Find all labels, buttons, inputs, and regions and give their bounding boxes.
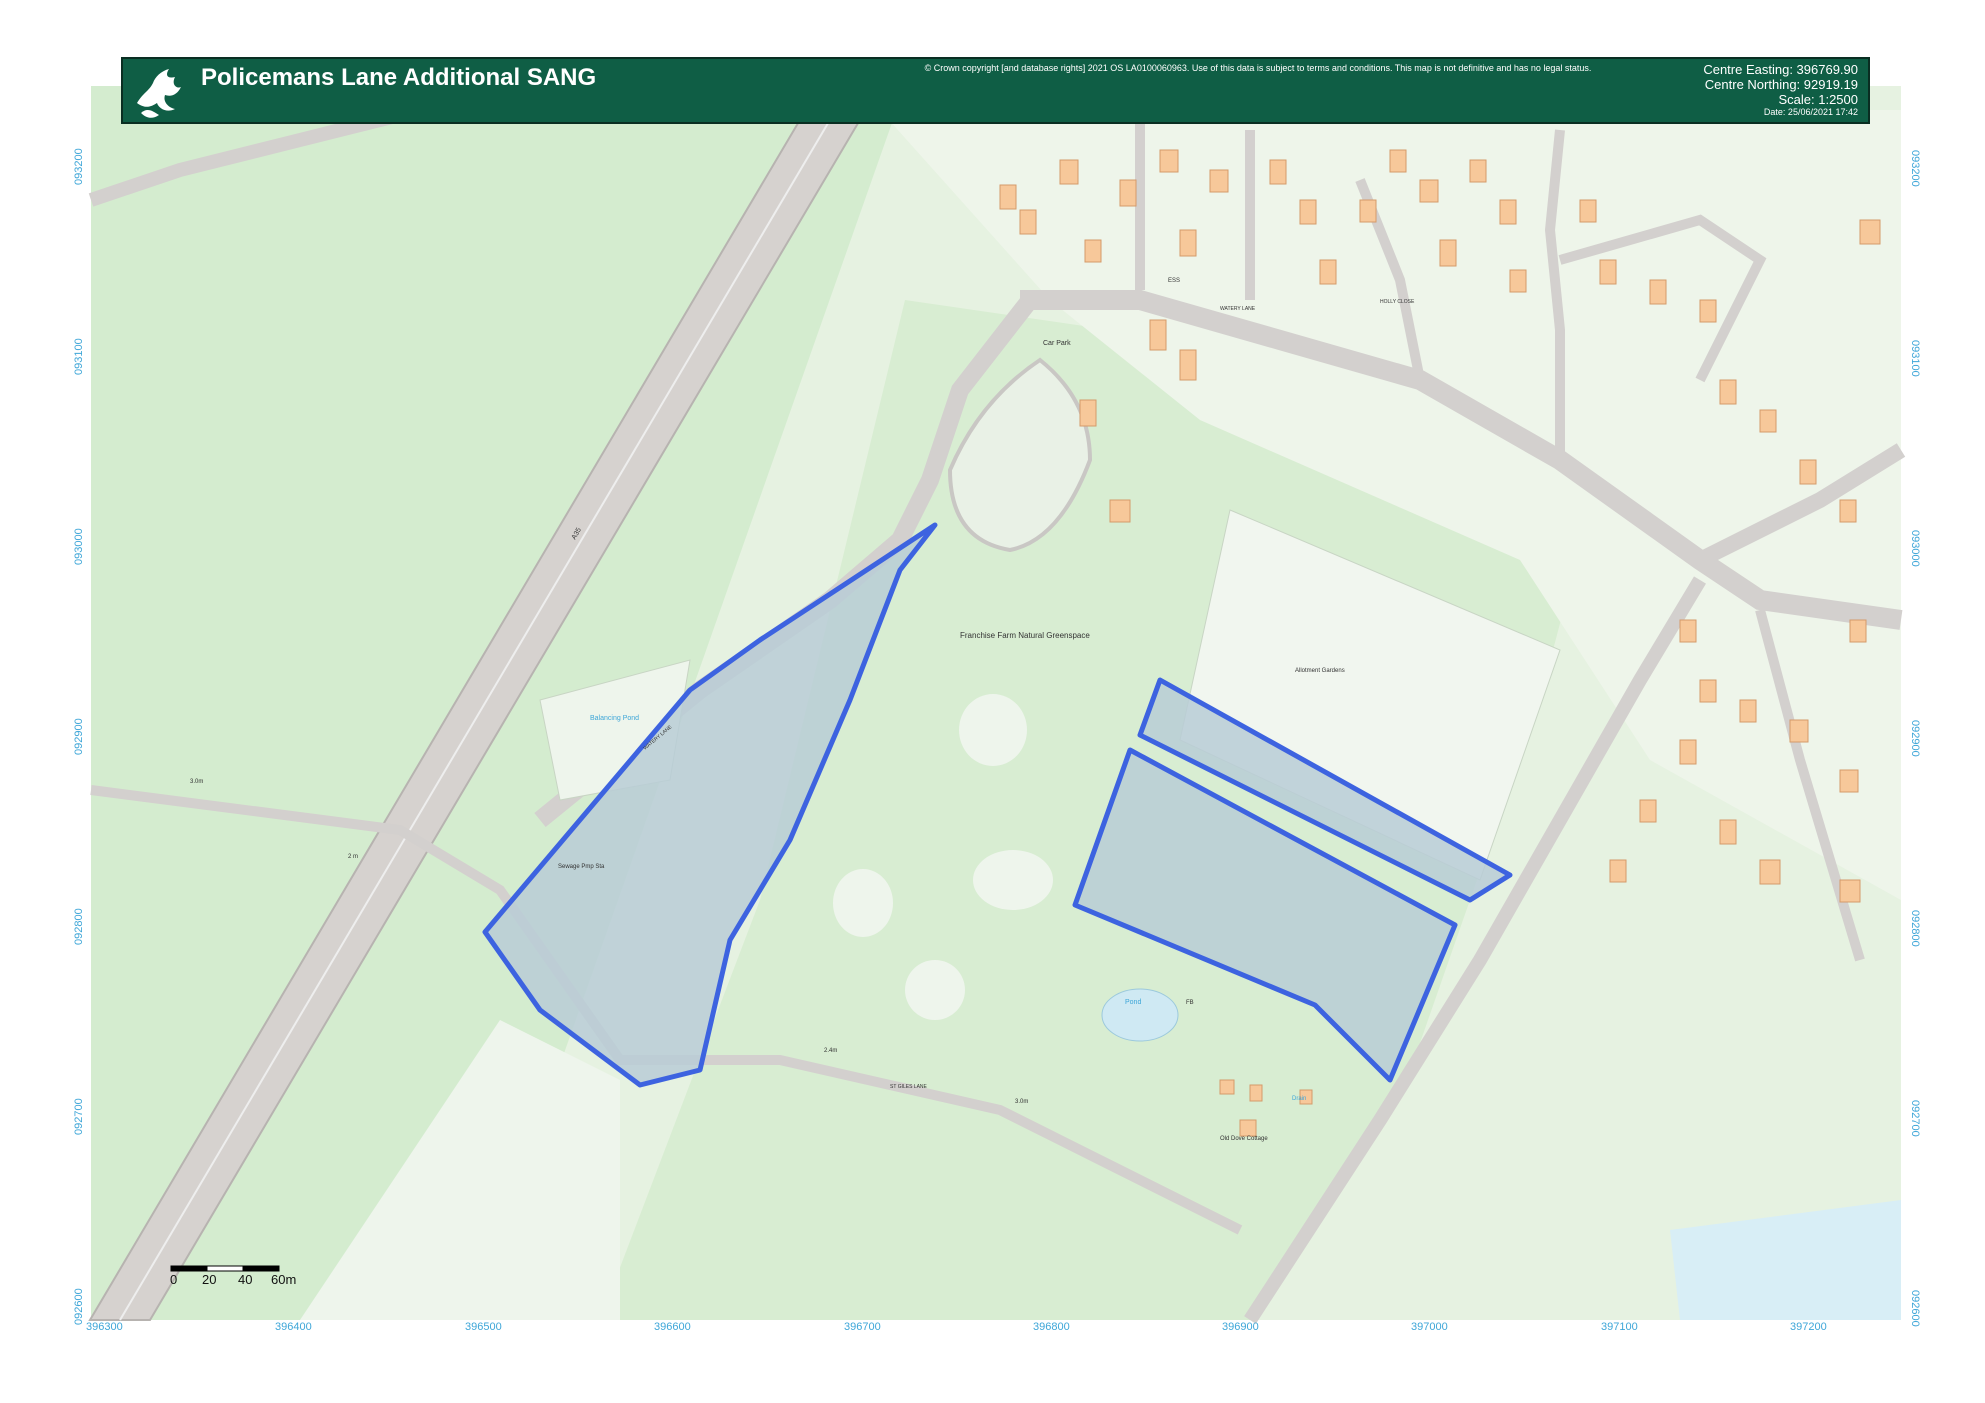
allotment-gardens-label: Allotment Gardens: [1295, 668, 1345, 674]
natural-greenspace-label: Franchise Farm Natural Greenspace: [960, 631, 1090, 640]
map-title: Policemans Lane Additional SANG: [201, 64, 597, 91]
easting-label-bottom-6: 396900: [1222, 1321, 1259, 1333]
width-3m-label: 3.0m: [190, 779, 203, 785]
centre-northing: Centre Northing: 92919.19: [1704, 77, 1858, 92]
northing-label-left-3: 092900: [73, 718, 85, 755]
fb-label: FB: [1186, 1000, 1194, 1006]
scale-tick-0: 0: [170, 1272, 178, 1287]
width-2m-label: 2 m: [348, 854, 358, 860]
northing-label-left-6: 092600: [73, 1288, 85, 1325]
old-cottage-label: Old Dove Cottage: [1220, 1136, 1268, 1142]
northing-label-left-1: 093100: [73, 338, 85, 375]
easting-label-bottom-4: 396700: [844, 1321, 881, 1333]
centre-easting: Centre Easting: 396769.90: [1703, 62, 1858, 77]
northing-label-right-6: 092600: [1909, 1290, 1921, 1327]
easting-label-bottom-8: 397100: [1601, 1321, 1638, 1333]
map-scale: Scale: 1:2500: [1778, 92, 1858, 107]
map-date: Date: 25/06/2021 17:42: [1763, 107, 1858, 117]
copyright-notice: © Crown copyright [and database rights] …: [924, 63, 1592, 73]
park-clearing-3: [973, 850, 1053, 910]
drain-label: Drain: [1292, 1096, 1306, 1102]
map-canvas[interactable]: A35 Car Park Franchise Farm Natural Gree…: [0, 0, 1985, 1403]
northing-label-left-4: 092800: [73, 908, 85, 945]
easting-label-bottom-9: 397200: [1790, 1321, 1827, 1333]
easting-label-bottom-7: 397000: [1411, 1321, 1448, 1333]
map-header: Policemans Lane Additional SANG © Crown …: [121, 57, 1870, 124]
northing-label-right-0: 093200: [1909, 150, 1921, 187]
map-metadata: Centre Easting: 396769.90 Centre Northin…: [1703, 62, 1858, 118]
easting-label-bottom-2: 396500: [465, 1321, 502, 1333]
car-park-label: Car Park: [1043, 340, 1071, 347]
northing-label-left-5: 092700: [73, 1098, 85, 1135]
scale-bar: 0 20 40 60m: [170, 1262, 310, 1292]
easting-label-bottom-1: 396400: [275, 1321, 312, 1333]
northing-label-right-4: 092800: [1909, 910, 1921, 947]
park-clearing-1: [959, 694, 1027, 766]
easting-label-bottom-5: 396800: [1033, 1321, 1070, 1333]
pond-label: Pond: [1125, 999, 1141, 1006]
sewage-pump-label: Sewage Pmp Sta: [558, 864, 605, 870]
holly-close-label: HOLLY CLOSE: [1380, 299, 1415, 305]
ess-label: ESS: [1168, 278, 1180, 284]
scale-tick-20: 20: [202, 1272, 217, 1287]
watery-lane-label-2: WATERY LANE: [1220, 306, 1256, 312]
width-3-0m-label: 3.0m: [1015, 1099, 1028, 1105]
scale-bar-labels: 0 20 40 60m: [170, 1272, 310, 1288]
dragon-emblem-icon: [137, 69, 181, 118]
northing-label-right-3: 092900: [1909, 720, 1921, 757]
northing-label-left-0: 093200: [73, 148, 85, 185]
scale-tick-40: 40: [238, 1272, 253, 1287]
northing-label-right-2: 093000: [1909, 530, 1921, 567]
balancing-pond-label: Balancing Pond: [590, 715, 639, 722]
scale-tick-60m: 60m: [271, 1272, 297, 1287]
park-clearing-2: [833, 869, 893, 937]
lane-name-label: ST GILES LANE: [890, 1084, 928, 1090]
easting-label-bottom-3: 396600: [654, 1321, 691, 1333]
northing-label-left-2: 093000: [73, 528, 85, 565]
easting-label-bottom-0: 396300: [86, 1321, 123, 1333]
pond: [1101, 988, 1179, 1042]
park-clearing-4: [905, 960, 965, 1020]
width-2-4m-label: 2.4m: [824, 1048, 837, 1054]
northing-label-right-1: 093100: [1909, 340, 1921, 377]
northing-label-right-5: 092700: [1909, 1100, 1921, 1137]
